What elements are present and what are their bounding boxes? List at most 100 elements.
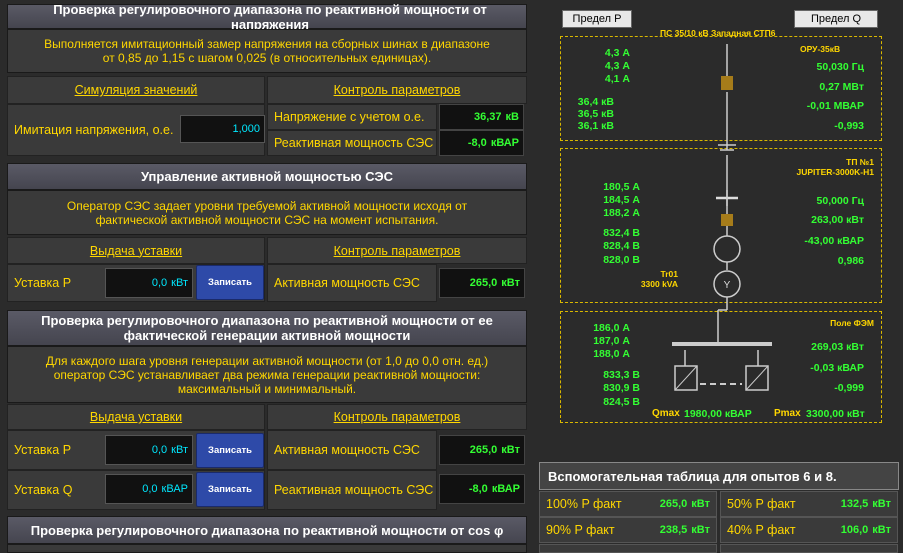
reactive-value-2-unit: кВАР xyxy=(491,483,520,495)
aux-row-2-left-label: 90% P факт xyxy=(546,523,615,537)
write-button-3[interactable]: Записать xyxy=(196,472,264,507)
busbar-icon xyxy=(672,342,772,346)
aux-row-2-left-unit: кВт xyxy=(691,524,710,536)
aux-row-1-right-value: 132,5 xyxy=(840,498,869,510)
setpoint-p-input-1-value: 0,0 xyxy=(151,277,168,289)
aux-row-3-right xyxy=(720,544,898,553)
setpoint-q-input-value: 0,0 xyxy=(142,483,158,495)
setpoint-p-input-2-unit: кВт xyxy=(171,444,188,456)
voltage-row-label: Напряжение с учетом о.е. xyxy=(267,104,437,130)
single-line-diagram: Y xyxy=(672,44,772,391)
active-power-label-2-text: Активная мощность СЭС xyxy=(274,443,420,457)
reactive-value-2: -8,0 кВАР xyxy=(439,474,525,504)
panel-voltage-description: Выполняется имитационный замер напряжени… xyxy=(7,29,527,73)
panel-voltage-title: Проверка регулировочного диапазона по ре… xyxy=(7,1,527,32)
panel-reactive-vs-active-description-text: Для каждого шага уровня генерации активн… xyxy=(45,353,489,396)
aux-row-2-right-value: 106,0 xyxy=(840,524,869,536)
aux-row-2-right-unit: кВт xyxy=(872,524,891,536)
control-params-link-3-text: Контроль параметров xyxy=(333,410,461,424)
setpoint-link-2-text: Выдача уставки xyxy=(89,410,183,424)
panel-cosphi-title: Проверка регулировочного диапазона по ре… xyxy=(7,516,527,544)
aux-row-2-left-value: 238,5 xyxy=(659,524,688,536)
setpoint-p-input-1-unit: кВт xyxy=(171,277,188,289)
setpoint-p-input-2-value: 0,0 xyxy=(151,444,168,456)
aux-row-1-left-unit: кВт xyxy=(691,498,710,510)
setpoint-q-label-text: Уставка Q xyxy=(14,483,73,497)
panel-reactive-vs-active-description: Для каждого шага уровня генерации активн… xyxy=(7,346,527,403)
active-power-value-1-num: 265,0 xyxy=(469,277,498,289)
reactive-row-label-2-text: Реактивная мощность СЭС xyxy=(274,483,434,497)
reactive-row-label-1-text: Реактивная мощность СЭС xyxy=(274,136,434,150)
breaker-1-icon xyxy=(721,76,733,90)
limit-q-button-label: Предел Q xyxy=(810,13,862,25)
setpoint-link-1-text: Выдача уставки xyxy=(89,243,183,258)
reactive-value-1: -8,0 кВАР xyxy=(439,130,524,156)
control-params-link-1[interactable]: Контроль параметров xyxy=(267,76,527,104)
reactive-row-label-1: Реактивная мощность СЭС xyxy=(267,130,437,156)
limit-q-button[interactable]: Предел Q xyxy=(794,10,878,28)
simulation-link-text: Симуляция значений xyxy=(74,83,198,97)
aux-row-3-left xyxy=(539,544,717,553)
control-params-link-2-text: Контроль параметров xyxy=(333,243,461,258)
write-button-2-label: Записать xyxy=(208,445,252,456)
aux-row-1-right-label: 50% P факт xyxy=(727,497,796,511)
aux-row-1-right-unit: кВт xyxy=(872,498,891,510)
aux-row-1-left-value: 265,0 xyxy=(659,498,688,510)
setpoint-link-2[interactable]: Выдача уставки xyxy=(7,404,265,430)
active-power-value-2-unit: кВт xyxy=(501,444,520,456)
write-button-2[interactable]: Записать xyxy=(196,433,264,468)
limit-p-button-label: Предел P xyxy=(572,13,622,25)
active-power-label-1: Активная мощность СЭС xyxy=(267,264,437,302)
active-power-label-1-text: Активная мощность СЭС xyxy=(274,276,420,290)
limit-p-button[interactable]: Предел P xyxy=(562,10,632,28)
active-power-value-1: 265,0 кВт xyxy=(439,268,525,298)
write-button-1-label: Записать xyxy=(208,277,252,288)
panel-voltage-title-text: Проверка регулировочного диапазона по ре… xyxy=(53,1,487,32)
reactive-value-2-num: -8,0 xyxy=(468,483,488,495)
aux-row-1-left: 100% P факт 265,0 кВт xyxy=(539,491,717,517)
reactive-value-1-unit: кВАР xyxy=(490,137,519,149)
panel-cosphi-title-text: Проверка регулировочного диапазона по ре… xyxy=(30,522,504,538)
panel-reactive-vs-active-title: Проверка регулировочного диапазона по ре… xyxy=(7,310,527,346)
reactive-value-1-num: -8,0 xyxy=(467,137,487,149)
setpoint-p-label-1-text: Уставка P xyxy=(14,276,72,290)
panel-active-power-title-text: Управление активной мощностью СЭС xyxy=(140,169,394,184)
aux-row-1-right: 50% P факт 132,5 кВт xyxy=(720,491,898,517)
setpoint-q-input-unit: кВАР xyxy=(161,483,188,495)
aux-row-2-right-label: 40% P факт xyxy=(727,523,796,537)
reactive-row-label-2: Реактивная мощность СЭС xyxy=(267,470,437,510)
setpoint-link-1[interactable]: Выдача уставки xyxy=(7,237,265,264)
control-params-link-3[interactable]: Контроль параметров xyxy=(267,404,527,430)
control-params-link-2[interactable]: Контроль параметров xyxy=(267,237,527,264)
active-power-value-2: 265,0 кВт xyxy=(439,435,525,465)
inverter-1-icon xyxy=(674,365,698,391)
active-power-label-2: Активная мощность СЭС xyxy=(267,430,437,470)
breaker-2-icon xyxy=(721,214,733,226)
panel-reactive-vs-active-title-text: Проверка регулировочного диапазона по ре… xyxy=(41,313,493,343)
voltage-sim-input[interactable]: 1,000 xyxy=(180,115,265,143)
aux-row-2-right: 40% P факт 106,0 кВт xyxy=(720,517,898,543)
aux-row-1-left-label: 100% P факт xyxy=(546,497,622,511)
voltage-value: 36,37 кВ xyxy=(439,104,524,130)
panel-cosphi-description xyxy=(7,544,527,553)
write-button-1[interactable]: Записать xyxy=(196,265,264,300)
setpoint-p-input-1[interactable]: 0,0 кВт xyxy=(105,268,193,298)
simulation-link[interactable]: Симуляция значений xyxy=(7,76,265,104)
panel-active-power-title: Управление активной мощностью СЭС xyxy=(7,163,527,190)
inverter-2-icon xyxy=(745,365,769,391)
svg-text:Y: Y xyxy=(724,280,731,291)
voltage-value-unit: кВ xyxy=(505,111,519,123)
write-button-3-label: Записать xyxy=(208,484,252,495)
aux-table-title-text: Вспомогательная таблица для опытов 6 и 8… xyxy=(548,468,837,484)
setpoint-q-input[interactable]: 0,0 кВАР xyxy=(105,474,193,504)
panel-voltage-description-text: Выполняется имитационный замер напряжени… xyxy=(44,37,490,65)
voltage-value-num: 36,37 xyxy=(474,111,502,123)
panel-active-power-description: Оператор СЭС задает уровни требуемой акт… xyxy=(7,190,527,235)
setpoint-p-input-2[interactable]: 0,0 кВт xyxy=(105,435,193,465)
setpoint-p-label-2-text: Уставка P xyxy=(14,443,72,457)
voltage-row-label-text: Напряжение с учетом о.е. xyxy=(274,110,425,124)
active-power-value-2-num: 265,0 xyxy=(469,444,498,456)
aux-row-2-left: 90% P факт 238,5 кВт xyxy=(539,517,717,543)
voltage-sim-input-value: 1,000 xyxy=(232,123,260,135)
voltage-sim-label-text: Имитация напряжения, о.е. xyxy=(14,123,174,137)
